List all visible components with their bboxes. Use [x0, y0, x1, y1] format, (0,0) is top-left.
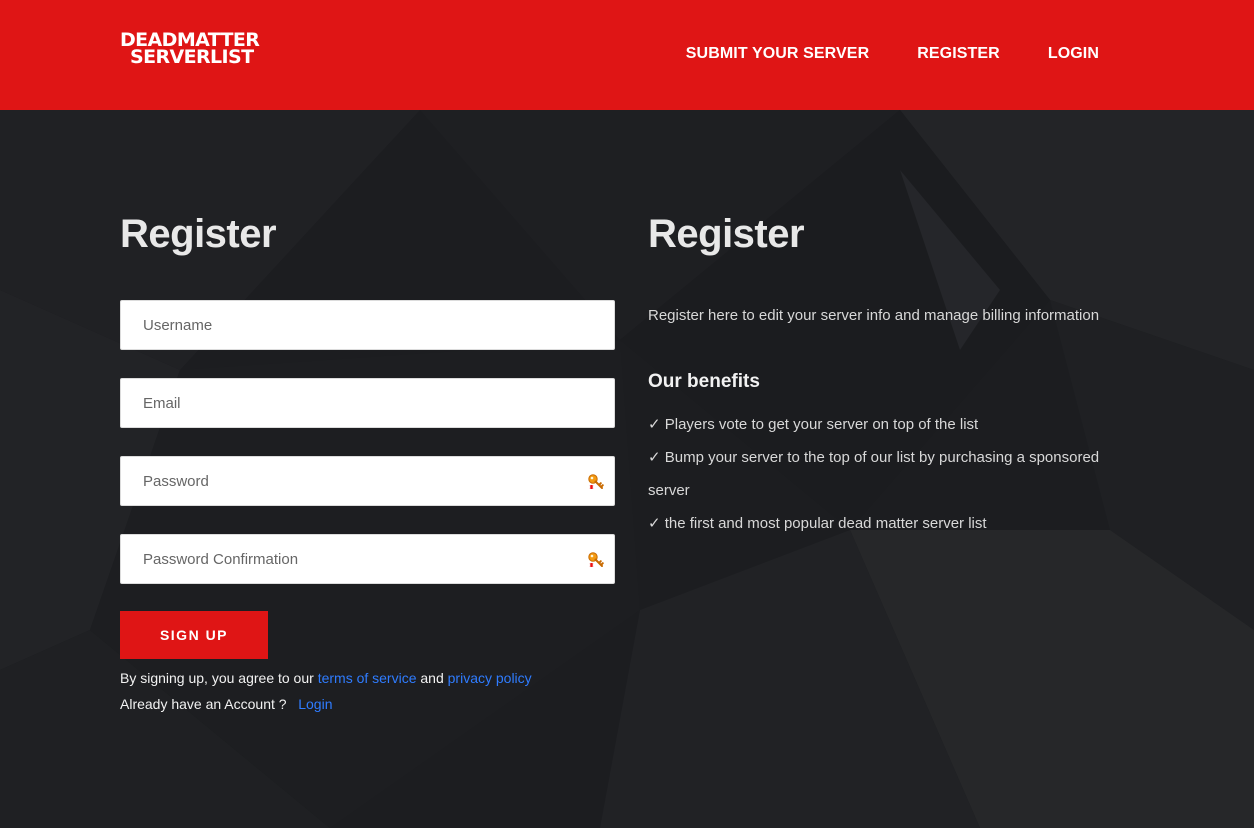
info-title: Register [648, 212, 805, 256]
terms-and: and [420, 670, 444, 686]
nav-login[interactable]: LOGIN [1048, 45, 1099, 63]
benefit-item: ✓ Bump your server to the top of our lis… [648, 449, 1100, 499]
form-title: Register [120, 212, 277, 256]
account-prefix: Already have an Account ? [120, 696, 287, 712]
key-icon[interactable] [587, 551, 605, 569]
login-link[interactable]: Login [298, 696, 332, 712]
benefits-list: ✓ Players vote to get your server on top… [648, 408, 1128, 540]
site-header: DEADMATTER SERVERLIST SUBMIT YOUR SERVER… [0, 0, 1254, 110]
nav-register[interactable]: REGISTER [917, 45, 1000, 63]
nav-submit-server[interactable]: SUBMIT YOUR SERVER [686, 45, 869, 63]
benefits-title: Our benefits [648, 371, 760, 392]
register-form-column: Register SIGN UP By signing up, you agre… [120, 110, 615, 717]
key-icon[interactable] [587, 473, 605, 491]
privacy-policy-link[interactable]: privacy policy [448, 670, 532, 686]
email-input[interactable] [121, 379, 614, 427]
password-confirmation-input[interactable] [121, 535, 614, 583]
username-input[interactable] [121, 301, 614, 349]
benefit-item: ✓ Players vote to get your server on top… [648, 416, 979, 433]
terms-of-service-link[interactable]: terms of service [318, 670, 417, 686]
benefit-item: ✓ the first and most popular dead matter… [648, 515, 987, 532]
site-logo[interactable]: DEADMATTER SERVERLIST [120, 31, 270, 72]
password-field[interactable] [120, 456, 615, 506]
password-input[interactable] [121, 457, 614, 505]
sign-up-button[interactable]: SIGN UP [120, 611, 268, 659]
logo-line-2: SERVERLIST [130, 46, 254, 68]
info-column: Register Register here to edit your serv… [648, 110, 1128, 540]
username-field[interactable] [120, 300, 615, 350]
terms-prefix: By signing up, you agree to our [120, 670, 314, 686]
password-confirmation-field[interactable] [120, 534, 615, 584]
info-intro: Register here to edit your server info a… [648, 307, 1100, 324]
email-field[interactable] [120, 378, 615, 428]
terms-text: By signing up, you agree to our terms of… [120, 665, 615, 717]
main-nav: SUBMIT YOUR SERVER REGISTER LOGIN [686, 45, 1099, 63]
